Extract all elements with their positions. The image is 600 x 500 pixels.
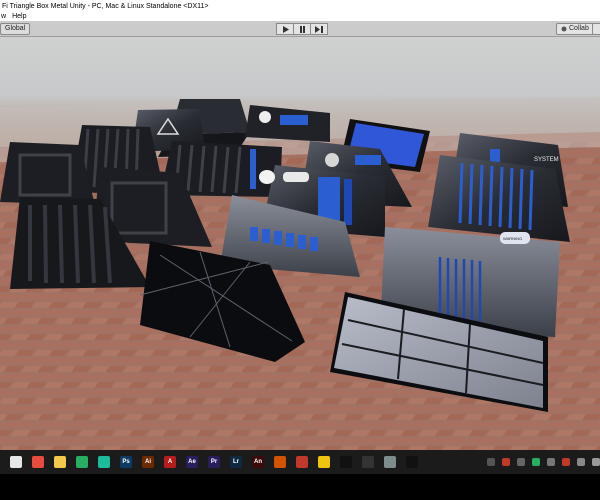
windows-start-icon[interactable] — [10, 456, 22, 468]
office-icon[interactable] — [274, 456, 286, 468]
warning-label: WARNING — [503, 236, 522, 241]
tray-icon[interactable] — [502, 458, 510, 466]
app-icon[interactable] — [340, 456, 352, 468]
system-label: SYSTEM — [534, 157, 559, 163]
collab-button[interactable]: Collab — [556, 23, 594, 35]
scene-view[interactable]: SYSTEM WARNING — [0, 37, 600, 450]
os-taskbar: Ps Ai A Ae Pr Lr An — [0, 450, 600, 474]
system-tray — [480, 450, 600, 474]
scene-render: SYSTEM WARNING — [0, 97, 600, 450]
app-icon[interactable] — [98, 456, 110, 468]
play-button[interactable] — [276, 23, 294, 35]
window-title-bar: Fi Triangle Box Metal Unity - PC, Mac & … — [0, 0, 600, 12]
cloud-icon — [561, 26, 567, 32]
tray-icon[interactable] — [577, 458, 585, 466]
step-button[interactable] — [310, 23, 328, 35]
file-explorer-icon[interactable] — [54, 456, 66, 468]
collab-label: Collab — [569, 25, 589, 32]
prop-box-left — [0, 142, 95, 205]
chrome-icon[interactable] — [32, 456, 44, 468]
play-icon — [282, 25, 289, 33]
menu-item-help[interactable]: Help — [11, 13, 31, 20]
app-icon[interactable] — [384, 456, 396, 468]
menu-item-window[interactable]: w — [0, 13, 11, 20]
prop-orb — [259, 170, 275, 184]
screen-bottom-edge — [0, 474, 600, 500]
lightroom-icon[interactable]: Lr — [230, 456, 242, 468]
tray-icon[interactable] — [547, 458, 555, 466]
pause-icon — [299, 25, 305, 33]
animate-icon[interactable]: An — [252, 456, 264, 468]
illustrator-icon[interactable]: Ai — [142, 456, 154, 468]
app-icon[interactable] — [296, 456, 308, 468]
step-icon — [315, 25, 323, 33]
app-icon[interactable] — [318, 456, 330, 468]
unity-icon[interactable] — [362, 456, 374, 468]
window-title: Fi Triangle Box Metal Unity - PC, Mac & … — [2, 2, 209, 10]
app-icon[interactable] — [76, 456, 88, 468]
pivot-global-toggle[interactable]: Global — [0, 23, 31, 35]
after-effects-icon[interactable]: Ae — [186, 456, 198, 468]
tray-icon[interactable] — [592, 458, 600, 466]
play-controls — [276, 23, 328, 35]
tray-icon[interactable] — [562, 458, 570, 466]
photoshop-icon[interactable]: Ps — [120, 456, 132, 468]
services-button[interactable] — [592, 23, 600, 35]
tray-icon[interactable] — [517, 458, 525, 466]
tray-icon[interactable] — [532, 458, 540, 466]
app-icon[interactable] — [406, 456, 418, 468]
pause-button[interactable] — [293, 23, 311, 35]
premiere-icon[interactable]: Pr — [208, 456, 220, 468]
unity-toolbar: Global Collab — [0, 21, 600, 37]
menu-bar: w Help — [0, 12, 600, 21]
acrobat-icon[interactable]: A — [164, 456, 176, 468]
tray-icon[interactable] — [487, 458, 495, 466]
